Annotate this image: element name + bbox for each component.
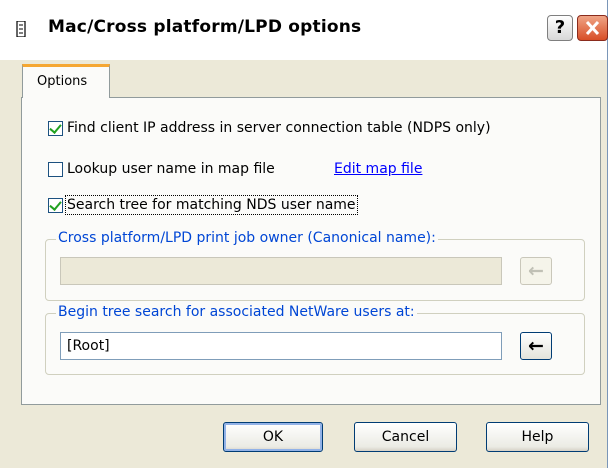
find-client-ip-checkbox[interactable] [48,120,63,136]
job-owner-group: Cross platform/LPD print job owner (Cano… [45,230,585,301]
search-tree-label: Search tree for matching NDS user name [65,195,358,215]
lookup-user-checkbox[interactable] [48,161,63,177]
tab-options-label: Options [37,74,88,89]
ok-button[interactable]: OK [223,422,323,452]
find-client-ip-option[interactable]: Find client IP address in server connect… [48,118,491,138]
find-client-ip-label: Find client IP address in server connect… [67,120,491,136]
window-title: Mac/Cross platform/LPD options [48,17,362,37]
search-tree-option[interactable]: Search tree for matching NDS user name [48,195,358,215]
lookup-user-option[interactable]: Lookup user name in map file [48,159,275,179]
options-dialog: Mac/Cross platform/LPD options ? Options… [0,0,608,468]
job-owner-group-label: Cross platform/LPD print job owner (Cano… [56,230,438,246]
tree-search-context-input[interactable] [60,332,502,360]
cancel-button[interactable]: Cancel [354,422,457,452]
title-help-button[interactable]: ? [547,15,573,41]
help-button[interactable]: Help [486,422,589,452]
title-bar[interactable]: Mac/Cross platform/LPD options ? [0,0,608,60]
job-owner-input[interactable] [60,257,502,285]
search-tree-checkbox[interactable] [48,197,63,213]
left-arrow-icon: ← [528,335,544,357]
tree-search-group: Begin tree search for associated NetWare… [45,304,585,375]
lookup-user-label: Lookup user name in map file [67,161,275,177]
job-owner-browse-button[interactable]: ← [520,257,552,285]
tree-search-browse-button[interactable]: ← [520,332,552,360]
tab-options[interactable]: Options [22,64,110,98]
close-icon [585,20,600,36]
close-button[interactable] [577,15,608,41]
tree-search-group-label: Begin tree search for associated NetWare… [56,304,417,320]
edit-map-file-link[interactable]: Edit map file [334,161,422,177]
left-arrow-icon: ← [528,260,544,282]
printer-options-icon [16,21,26,37]
